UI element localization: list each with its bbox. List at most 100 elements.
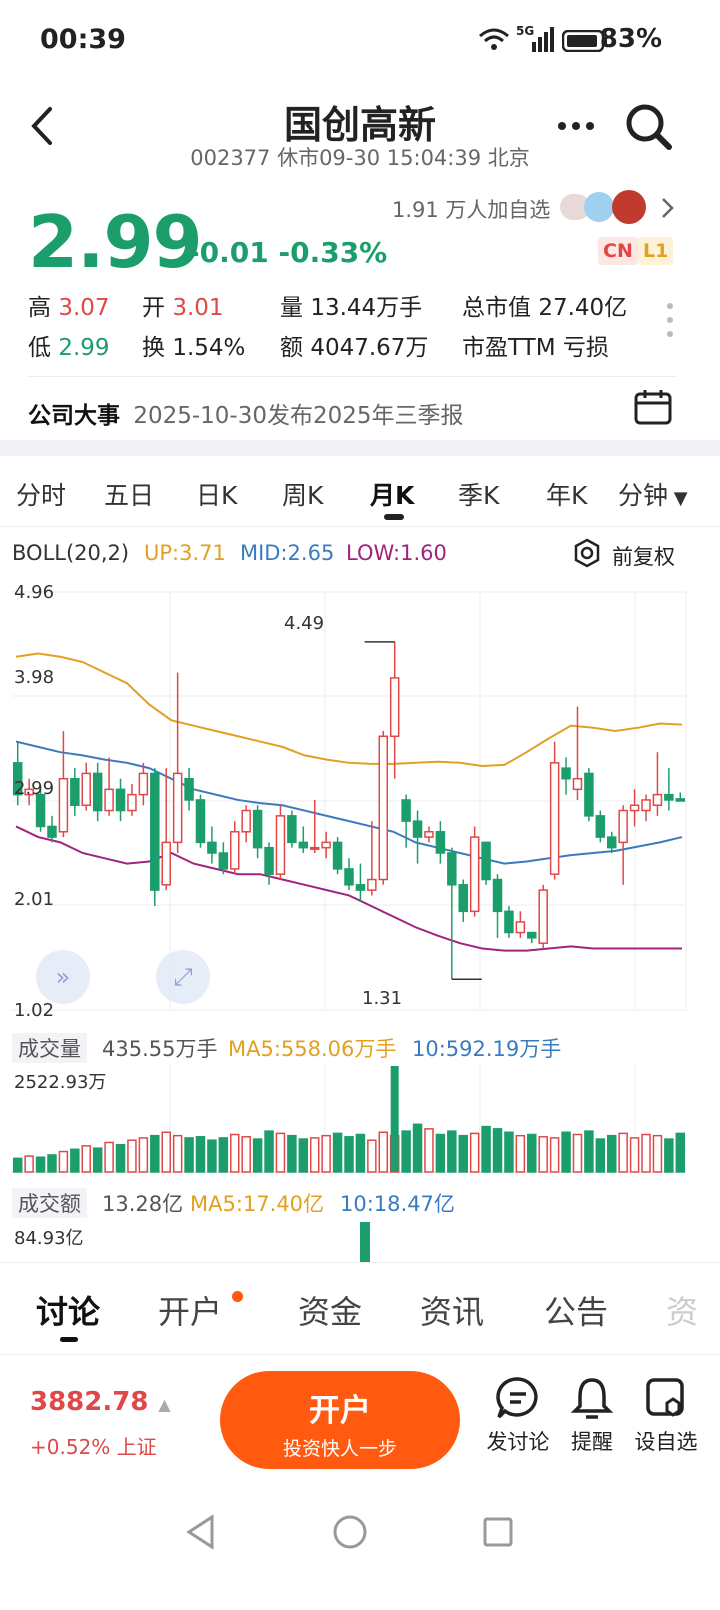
volume-bar: [412, 1123, 423, 1173]
volume-bar: [664, 1138, 674, 1173]
volume-bar: [435, 1133, 446, 1173]
event-label: 公司大事: [28, 403, 120, 429]
tab-weekly-k[interactable]: 周K: [282, 476, 323, 512]
status-time: 00:39: [40, 24, 126, 55]
fullscreen-icon[interactable]: ⤢: [156, 950, 210, 1004]
volume-bar: [424, 1128, 434, 1173]
add-watchlist-button[interactable]: 设自选: [624, 1375, 708, 1456]
tab-open-account[interactable]: 开户: [158, 1287, 222, 1333]
tab-intraday[interactable]: 分时: [16, 476, 66, 512]
price-axis-label: 1.02: [14, 1000, 55, 1021]
tab-discussion[interactable]: 讨论: [36, 1287, 100, 1333]
stock-code-status: 002377 休市09-30 15:04:39 北京: [190, 146, 530, 170]
more-icon[interactable]: [556, 120, 596, 132]
change-percent: -0.33%: [278, 236, 388, 269]
calendar-icon[interactable]: [634, 388, 672, 426]
boll-mid: MID:2.65: [240, 541, 335, 565]
volume-bar: [184, 1137, 194, 1173]
amount-value: 13.28亿: [102, 1192, 184, 1216]
bell-icon: [570, 1378, 614, 1419]
candle-up: [641, 799, 651, 812]
stock-name: 国创高新: [283, 103, 436, 147]
follower-avatars[interactable]: [560, 190, 648, 224]
volume-bar: [469, 1132, 480, 1173]
candle-down: [47, 825, 57, 838]
candle-down: [447, 852, 457, 886]
tab-announcements[interactable]: 公告: [544, 1287, 608, 1333]
tab-monthly-k[interactable]: 月K: [370, 476, 414, 512]
settings-icon[interactable]: [572, 538, 602, 568]
high-annotation: 4.49: [284, 613, 325, 634]
candlestick-chart[interactable]: [0, 580, 720, 1025]
tab-five-day[interactable]: 五日: [104, 476, 154, 512]
tab-news[interactable]: 资讯: [420, 1287, 484, 1333]
candle-down: [115, 788, 126, 812]
volume-label: 成交量: [12, 1033, 87, 1063]
index-value[interactable]: 3882.78 ▲: [30, 1387, 171, 1417]
candle-down: [70, 777, 80, 806]
nav-back-icon[interactable]: [184, 1514, 218, 1550]
amount-label: 成交额: [12, 1188, 87, 1218]
tab-yearly-k[interactable]: 年K: [546, 476, 587, 512]
candle-down: [298, 841, 309, 849]
search-icon[interactable]: [624, 102, 674, 152]
boll-name: BOLL(20,2): [12, 541, 130, 565]
volume-bar: [458, 1134, 468, 1173]
tab-more[interactable]: 资: [666, 1287, 698, 1333]
volume-bar: [641, 1133, 651, 1173]
volume-bar: [538, 1136, 548, 1173]
volume-bar: [618, 1132, 628, 1173]
avatar: [612, 190, 646, 224]
candle-down: [504, 910, 514, 934]
volume-bar: [309, 1137, 320, 1173]
candle-down: [332, 841, 343, 870]
candle-up: [275, 815, 286, 875]
stat-open: 开 3.01: [142, 295, 224, 321]
candle-down: [184, 777, 194, 801]
fast-forward-icon[interactable]: »: [36, 950, 90, 1004]
candle-up: [161, 841, 171, 886]
nav-recent-icon[interactable]: [482, 1516, 514, 1548]
tab-quarterly-k[interactable]: 季K: [458, 476, 499, 512]
change-value: -0.01: [188, 236, 269, 269]
expand-dots-icon[interactable]: [664, 300, 676, 340]
company-event[interactable]: 公司大事 2025-10-30发布2025年三季报: [28, 396, 464, 430]
volume-bar: [527, 1133, 537, 1173]
amount-ma5: MA5:17.40亿: [190, 1192, 325, 1216]
action-bar: 3882.78 ▲ +0.52% 上证 开户 投资快人一步 发讨论 提醒 设自选: [0, 1354, 720, 1484]
nav-home-icon[interactable]: [332, 1514, 368, 1550]
followers-count[interactable]: 1.91 万人加自选: [392, 194, 550, 224]
candle-up: [572, 777, 583, 791]
candle-up: [367, 878, 377, 891]
tab-funds[interactable]: 资金: [298, 1287, 362, 1333]
volume-bar: [24, 1155, 34, 1173]
chevron-right-icon[interactable]: [660, 196, 676, 220]
candle-down: [401, 799, 411, 822]
candle-up: [618, 809, 628, 844]
volume-bar: [321, 1134, 331, 1173]
volume-chart[interactable]: [0, 1064, 720, 1176]
price-change: -0.01 -0.33%: [188, 236, 387, 269]
adjust-mode[interactable]: 前复权: [612, 541, 675, 571]
volume-bar: [652, 1134, 663, 1173]
volume-bar: [92, 1147, 103, 1173]
stat-volume: 量 13.44万手: [280, 295, 423, 321]
candle-up: [230, 831, 240, 870]
tab-minute[interactable]: 分钟 ▼: [618, 476, 688, 512]
stock-header: 国创高新 002377 休市09-30 15:04:39 北京: [0, 80, 720, 180]
avatar: [584, 192, 614, 222]
open-account-button[interactable]: 开户 投资快人一步: [220, 1371, 460, 1469]
stat-low: 低 2.99: [28, 335, 110, 361]
candle-up: [538, 889, 548, 944]
candle-up: [172, 772, 183, 844]
post-discussion-button[interactable]: 发讨论: [478, 1375, 558, 1456]
volume-bar: [230, 1133, 240, 1173]
current-price: 2.99: [28, 200, 203, 284]
reminder-button[interactable]: 提醒: [552, 1375, 632, 1456]
price-axis-label: 2.99: [14, 778, 55, 799]
battery-level: 83%: [599, 24, 662, 54]
tab-daily-k[interactable]: 日K: [196, 476, 237, 512]
amount-bar: [360, 1222, 370, 1262]
volume-bar: [241, 1136, 251, 1173]
volume-bar: [81, 1145, 92, 1173]
